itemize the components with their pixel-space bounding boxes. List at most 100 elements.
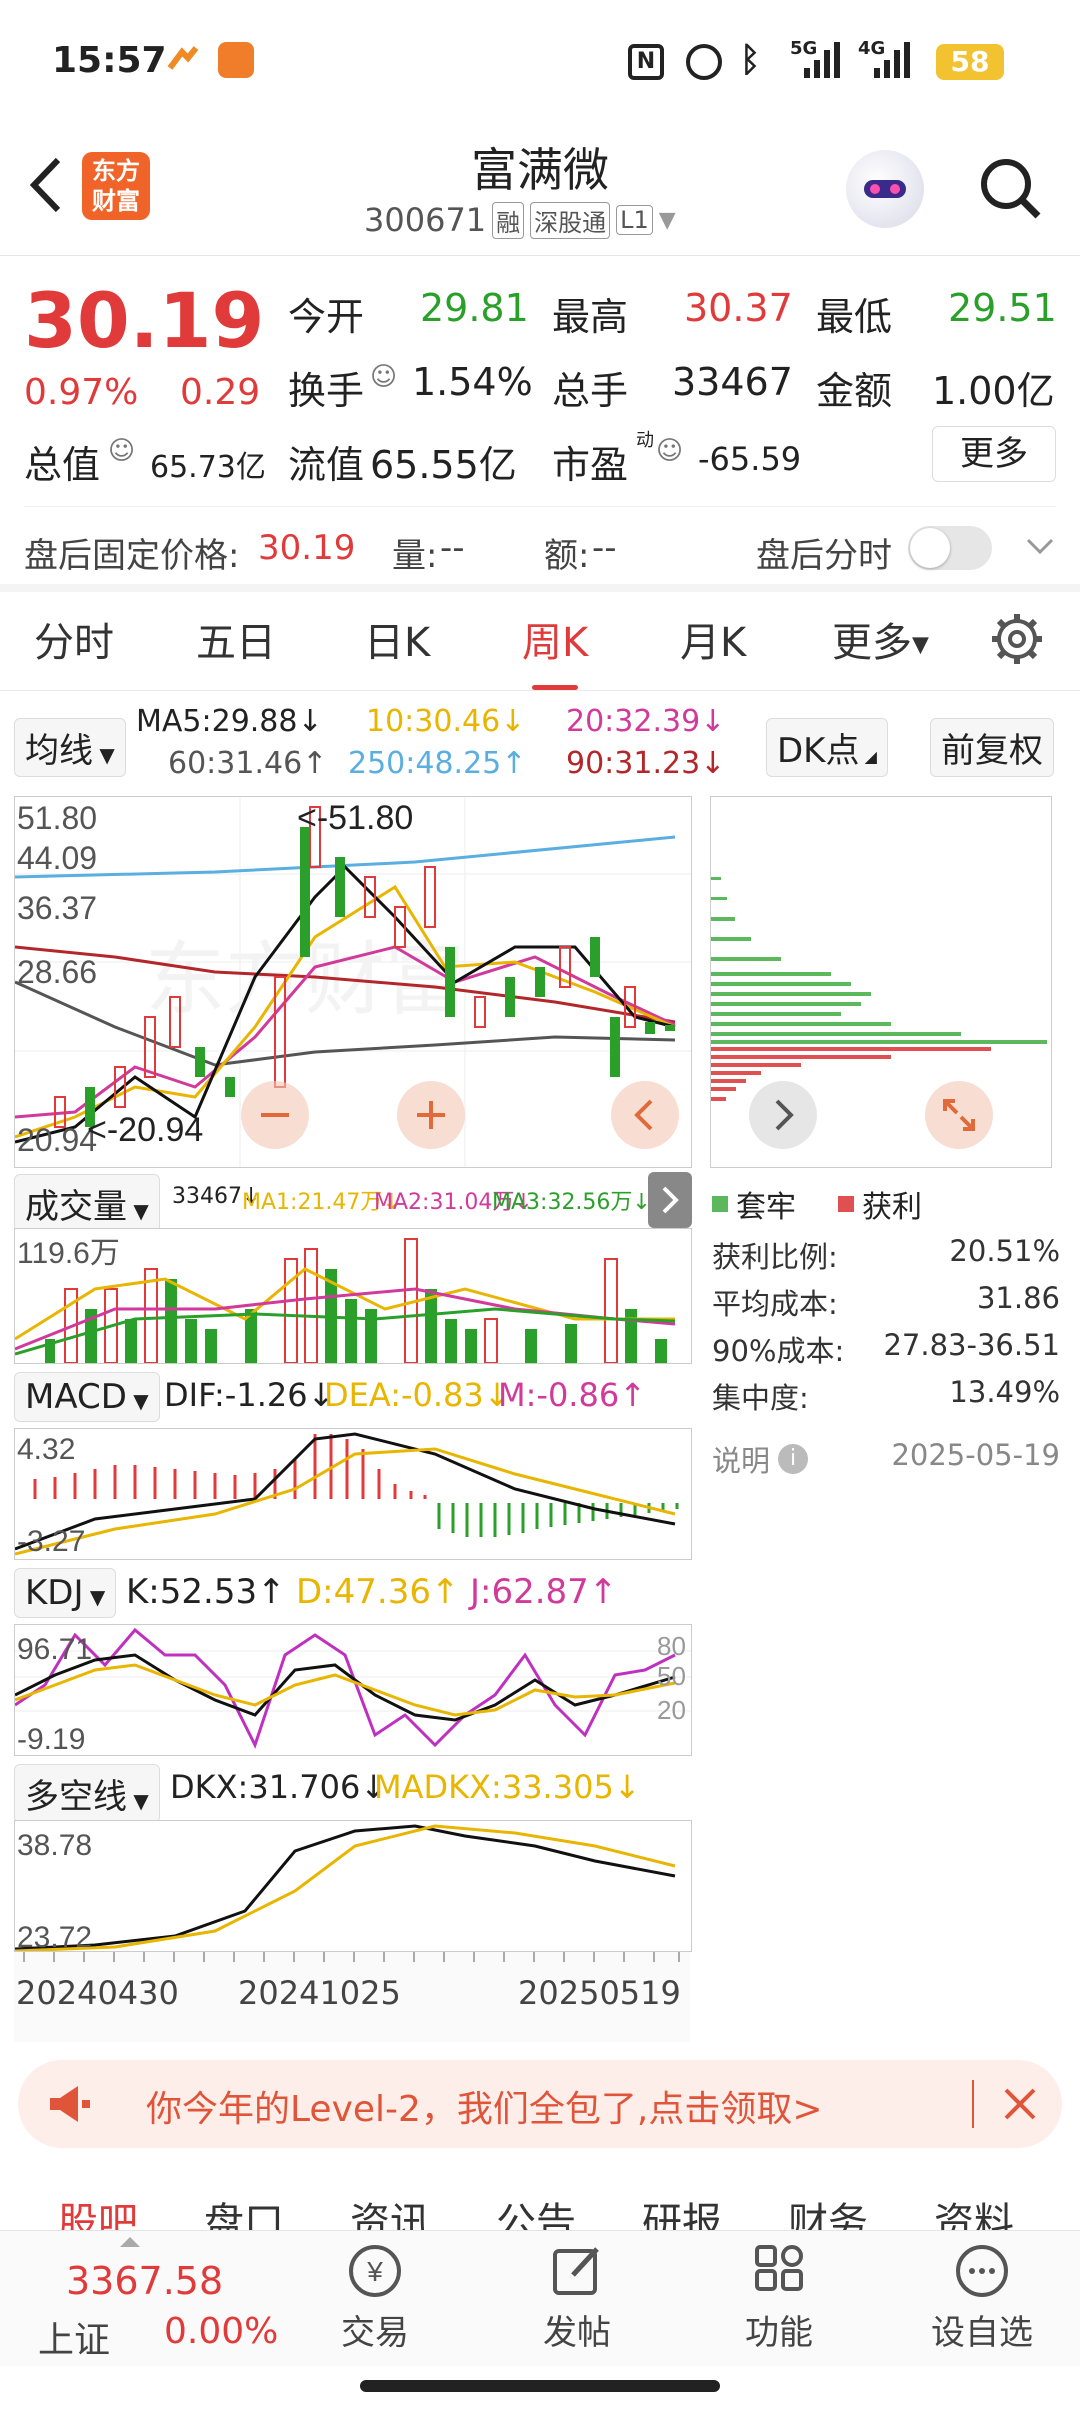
x-label-start: 20240430 (16, 1974, 179, 2012)
close-icon[interactable] (996, 2080, 1044, 2132)
high-mark: <-51.80 (297, 799, 413, 837)
pe-label: 市盈 (552, 443, 629, 487)
legend-profit-label: 获利 (862, 1190, 922, 1225)
legend-swatch (838, 1196, 854, 1212)
stock-code-row[interactable]: 300671 融 深股通 L1 ▼ (364, 200, 676, 240)
zoom-out-icon[interactable] (241, 1081, 309, 1149)
volume-selector[interactable]: 成交量 ▼ (14, 1174, 160, 1233)
features-button[interactable]: 功能 (724, 2241, 834, 2361)
level2-promo-banner[interactable]: 你今年的Level-2，我们全包了,点击领取> (18, 2060, 1062, 2148)
pe-value: -65.59 (698, 440, 802, 478)
tab-orderbook[interactable]: 盘口 (204, 2190, 284, 2230)
info-icon[interactable]: ☺ (108, 436, 135, 466)
macd-dif: DIF:-1.26↓ (164, 1376, 335, 1414)
index-widget[interactable]: 3367.58 上证 0.00% (0, 2231, 290, 2366)
tab-finance[interactable]: 财务 (788, 2190, 868, 2230)
search-icon[interactable] (976, 154, 1046, 224)
high-label: 最高 (552, 295, 629, 339)
macd-chart[interactable]: 4.32 -3.27 (14, 1428, 692, 1560)
tab-five-day[interactable]: 五日 (196, 610, 276, 668)
last-price: 30.19 (24, 276, 265, 365)
dkx-chart[interactable]: 38.78 23.72 (14, 1820, 692, 1954)
post-button[interactable]: 发帖 (522, 2241, 632, 2361)
collapse-chip-button[interactable] (648, 1172, 692, 1228)
banner-divider (972, 2080, 974, 2128)
tab-daily-k[interactable]: 日K (364, 610, 430, 668)
tab-announcements[interactable]: 公告 (496, 2190, 576, 2230)
home-indicator[interactable] (360, 2380, 720, 2392)
macd-legend: MACD ▼ DIF:-1.26↓ DEA:-0.83↓ M:-0.86↑ (0, 1368, 700, 1424)
volume-ma3: MA3:32.56万↓ (492, 1190, 651, 1215)
divider (24, 506, 1056, 507)
tag-connect: 深股通 (530, 201, 611, 239)
madkx-value: MADKX:33.305↓ (374, 1768, 641, 1806)
dkx-ybot: 23.72 (17, 1921, 92, 1951)
post-label: 发帖 (543, 2313, 611, 2353)
dkx-selector[interactable]: 多空线 ▼ (14, 1764, 160, 1823)
tab-monthly-k[interactable]: 月K (680, 610, 746, 668)
macd-selector[interactable]: MACD ▼ (14, 1372, 160, 1422)
info-icon: i (778, 1444, 809, 1474)
add-watchlist-button[interactable]: 设自选 (912, 2241, 1052, 2361)
signal-4g-icon: 4G (858, 38, 914, 82)
chevron-down-icon[interactable] (1022, 526, 1058, 570)
note-link[interactable]: 说明 i (712, 1438, 809, 1480)
afterhours-amt-label: 额: (544, 536, 590, 576)
high-value: 30.37 (684, 286, 793, 330)
kdj-chart[interactable]: 96.71 -9.19 80 50 20 (14, 1624, 692, 1756)
chevron-right-icon[interactable] (749, 1081, 817, 1149)
stock-name: 富满微 (471, 143, 609, 197)
more-button[interactable]: 更多 (932, 426, 1056, 482)
trade-button[interactable]: ¥ 交易 (320, 2241, 430, 2361)
chip-distribution-chart[interactable] (710, 796, 1052, 1168)
dkx-legend: 多空线 ▼ DKX:31.706↓ MADKX:33.305↓ (0, 1760, 700, 1823)
scroll-left-icon[interactable] (611, 1081, 679, 1149)
app-notification-icon (218, 42, 254, 78)
quote-panel: 30.19 0.97% 0.29 今开 29.81 最高 30.37 最低 29… (0, 256, 1080, 590)
chip-stats: 套牢 获利 获利比例: 20.51% 平均成本: 31.86 90%成本: 27… (710, 1170, 1060, 1490)
legend-swatch (712, 1196, 728, 1212)
back-icon[interactable] (20, 150, 70, 220)
tab-news[interactable]: 资讯 (350, 2190, 430, 2230)
volume-chart[interactable]: 119.6万 (14, 1228, 692, 1364)
chip-date: 2025-05-19 (891, 1438, 1060, 1472)
robot-assistant-icon[interactable] (846, 150, 924, 228)
tab-research[interactable]: 研报 (642, 2190, 722, 2230)
kdj-selector[interactable]: KDJ ▼ (14, 1568, 117, 1618)
stat-value: 20.51% (949, 1234, 1060, 1268)
brand-logo[interactable]: 东方 财富 (82, 152, 150, 220)
legend-trapped: 套牢 (712, 1182, 796, 1226)
adjust-button[interactable]: 前复权 (930, 718, 1054, 777)
ma-selector[interactable]: 均线 ▼ (14, 718, 126, 777)
info-icon[interactable]: ☺ (370, 362, 397, 392)
x-label-end: 20250519 (518, 1974, 681, 2012)
brand-line2: 财富 (92, 187, 140, 215)
kdj-d: D:47.36↑ (296, 1572, 460, 1612)
zoom-in-icon[interactable] (397, 1081, 465, 1149)
note-label: 说明 (712, 1444, 771, 1478)
kline-chart[interactable]: 东方财富 51.80 44.09 36.37 28.66 20.94 <-51.… (14, 796, 692, 1168)
afterhours-price-label: 盘后固定价格: (24, 536, 240, 576)
tab-forum[interactable]: 股吧 (58, 2190, 138, 2230)
kdj-k-line (14, 1653, 676, 1722)
tab-more-label: 更多 (832, 620, 912, 666)
signal-5g-icon: 5G (790, 38, 840, 82)
settings-gear-icon[interactable] (990, 612, 1044, 670)
dropdown-arrow-icon: ▼ (93, 743, 115, 767)
dkx-selector-label: 多空线 (25, 1777, 127, 1817)
tab-timeshare[interactable]: 分时 (34, 610, 114, 668)
x-label-mid: 20241025 (238, 1974, 401, 2012)
info-icon[interactable]: ☺ (656, 436, 683, 466)
content-tabs: 股吧 盘口 资讯 公告 研报 财务 资料 (0, 2160, 1080, 2230)
dk-point-button[interactable]: DK点 ◢ (766, 718, 888, 777)
macd-ytop: 4.32 (17, 1433, 75, 1466)
afterhours-amt: -- (592, 528, 617, 568)
afterhours-toggle[interactable] (908, 526, 992, 570)
kline-svg: 东方财富 51.80 44.09 36.37 28.66 20.94 <-51.… (14, 797, 691, 1167)
kdj-ytop: 96.71 (17, 1633, 92, 1666)
tab-weekly-k[interactable]: 周K (522, 610, 588, 690)
expand-icon[interactable] (925, 1081, 993, 1149)
tab-profile[interactable]: 资料 (934, 2190, 1014, 2230)
tab-more[interactable]: 更多▼ (832, 610, 929, 668)
volume-ylabel: 119.6万 (17, 1237, 120, 1270)
